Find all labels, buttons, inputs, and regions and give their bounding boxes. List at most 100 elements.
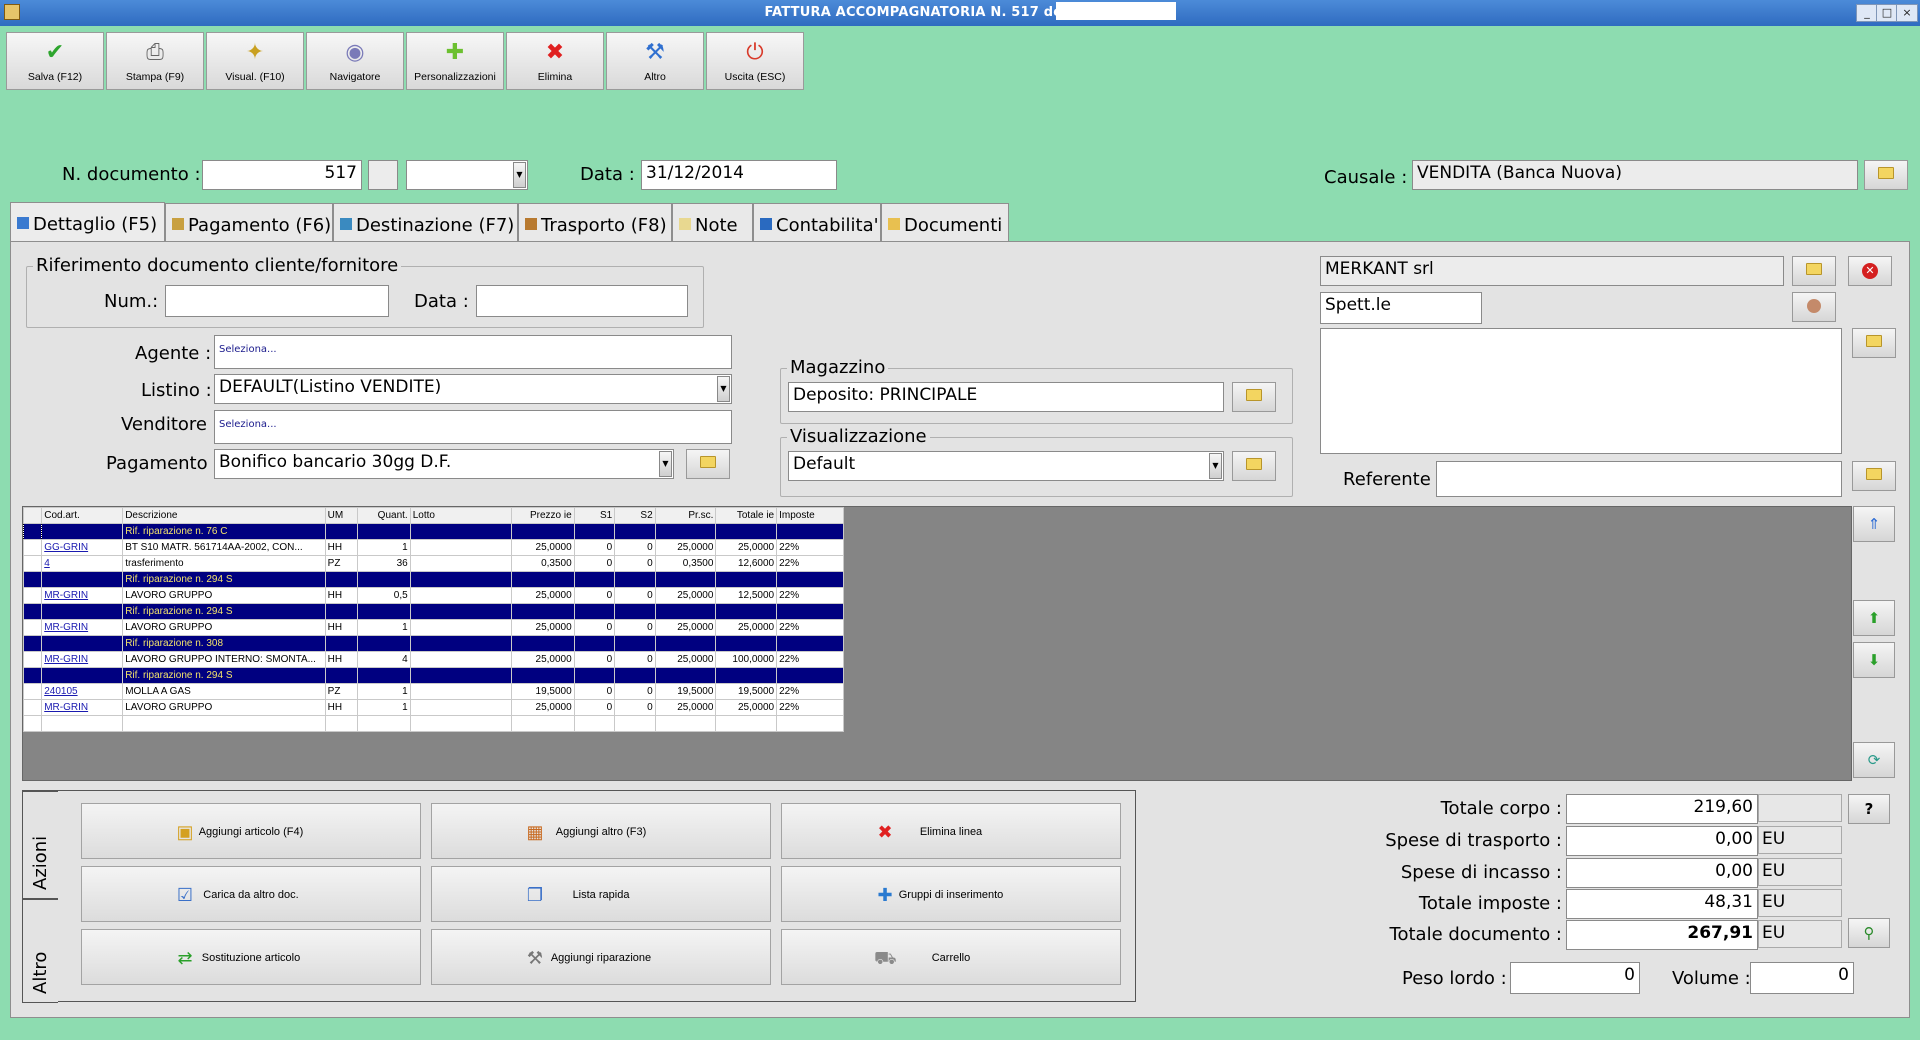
cliente-clear-button[interactable]: ✕ — [1848, 256, 1892, 286]
row-selector[interactable] — [22, 699, 43, 716]
totale-corpo-field[interactable]: 219,60 — [1566, 794, 1758, 824]
row-selector[interactable] — [22, 635, 43, 652]
listino-select[interactable]: DEFAULT(Listino VENDITE) ▼ — [214, 374, 732, 404]
column-header[interactable]: Pr.sc. — [654, 507, 717, 524]
cliente-salutation-field[interactable]: Spett.le — [1320, 292, 1482, 324]
column-header[interactable]: Quant. — [357, 507, 411, 524]
causale-field[interactable]: VENDITA (Banca Nuova) — [1412, 160, 1858, 190]
article-code-link[interactable]: 4 — [41, 555, 124, 572]
action-button-box-add[interactable]: ▣ Aggiungi articolo (F4) — [81, 803, 421, 859]
address-browse-button[interactable] — [1852, 328, 1896, 358]
agente-field[interactable]: Seleziona... — [214, 335, 732, 369]
tab-trasporto[interactable]: Trasporto (F8) — [518, 203, 672, 241]
table-row[interactable]: MR-GRIN LAVORO GRUPPO HH 1 25,0000 0 0 25,0000 2… — [22, 699, 844, 716]
table-row[interactable]: MR-GRIN LAVORO GRUPPO INTERNO: SMONTA... H… — [22, 651, 844, 668]
totale-imposte-field[interactable]: 48,31 — [1566, 889, 1758, 919]
cliente-contact-button[interactable] — [1792, 292, 1836, 322]
close-window-button[interactable]: × — [1896, 4, 1918, 22]
column-header[interactable]: Totale ie — [715, 507, 778, 524]
column-header[interactable]: Descrizione — [122, 507, 326, 524]
table-row[interactable]: MR-GRIN LAVORO GRUPPO HH 0,5 25,0000 0 0 25,000… — [22, 587, 844, 604]
cliente-browse-button[interactable] — [1792, 256, 1836, 286]
action-button-grid-add[interactable]: ▦ Aggiungi altro (F3) — [431, 803, 771, 859]
tab-documenti[interactable]: Documenti — [881, 203, 1009, 241]
toolbar-button-red-x[interactable]: ✖ Elimina — [506, 32, 604, 90]
toolbar-button-puzzle[interactable]: ✚ Personalizzazioni — [406, 32, 504, 90]
peso-lordo-field[interactable]: 0 — [1510, 962, 1640, 994]
refresh-button[interactable]: ⟳ — [1853, 742, 1895, 778]
row-selector[interactable] — [22, 587, 43, 604]
cliente-name-field[interactable]: MERKANT srl — [1320, 256, 1784, 286]
article-code-link[interactable]: GG-GRIN — [41, 539, 124, 556]
chevron-down-icon[interactable]: ▼ — [1209, 453, 1222, 479]
referente-field[interactable] — [1436, 461, 1842, 497]
table-row[interactable] — [22, 715, 844, 732]
chevron-down-icon[interactable]: ▼ — [659, 451, 672, 477]
article-code-link[interactable]: MR-GRIN — [41, 651, 124, 668]
row-selector[interactable] — [22, 683, 43, 700]
chevron-down-icon[interactable]: ▼ — [513, 162, 526, 188]
row-selector[interactable] — [22, 523, 43, 540]
volume-field[interactable]: 0 — [1750, 962, 1854, 994]
pagamento-select[interactable]: Bonifico bancario 30gg D.F. ▼ — [214, 449, 674, 479]
ndoc-field[interactable]: 517 — [202, 160, 362, 190]
minimize-button[interactable]: _ — [1856, 4, 1878, 22]
article-code-link[interactable]: 240105 — [41, 683, 124, 700]
column-header[interactable]: UM — [324, 507, 359, 524]
article-code-link[interactable]: MR-GRIN — [41, 699, 124, 716]
toolbar-button-power[interactable]: ⏻ Uscita (ESC) — [706, 32, 804, 90]
row-selector[interactable] — [22, 715, 43, 732]
tab-destinazione[interactable]: Destinazione (F7) — [333, 203, 518, 241]
table-row[interactable]: Rif. riparazione n. 294 S — [22, 667, 844, 684]
magazzino-browse-button[interactable] — [1232, 382, 1276, 412]
magazzino-field[interactable]: Deposito: PRINCIPALE — [788, 382, 1224, 412]
action-button-red-x[interactable]: ✖ Elimina linea — [781, 803, 1121, 859]
causale-browse-button[interactable] — [1864, 160, 1908, 190]
action-button-wrench[interactable]: ⚒ Aggiungi riparazione — [431, 929, 771, 985]
maximize-button[interactable]: □ — [1876, 4, 1898, 22]
toolbar-button-navigator[interactable]: ◉ Navigatore — [306, 32, 404, 90]
tab-dettaglio[interactable]: Dettaglio (F5) — [10, 202, 165, 242]
row-selector[interactable] — [22, 619, 43, 636]
article-code-link[interactable] — [41, 715, 124, 732]
zoom-button[interactable]: ⚲ — [1848, 918, 1890, 948]
tab-altro[interactable]: Altro — [22, 899, 58, 1003]
article-code-link[interactable]: MR-GRIN — [41, 619, 124, 636]
riferimento-num-field[interactable] — [165, 285, 389, 317]
table-row[interactable]: Rif. riparazione n. 308 — [22, 635, 844, 652]
tab-contabilita[interactable]: Contabilita' — [753, 203, 881, 241]
action-button-checklist[interactable]: ☑ Carica da altro doc. — [81, 866, 421, 922]
table-row[interactable]: 4 trasferimento PZ 36 0,3500 0 0 0,3500 12,6000 2… — [22, 555, 844, 572]
action-button-cart[interactable]: ⛟ Carrello — [781, 929, 1121, 985]
referente-browse-button[interactable] — [1852, 461, 1896, 491]
action-button-replace[interactable]: ⇄ Sostituzione articolo — [81, 929, 421, 985]
table-row[interactable]: MR-GRIN LAVORO GRUPPO HH 1 25,0000 0 0 25,0000 2… — [22, 619, 844, 636]
row-selector[interactable] — [22, 667, 43, 684]
table-row[interactable]: Rif. riparazione n. 294 S — [22, 603, 844, 620]
table-row[interactable]: GG-GRIN BT S10 MATR. 561714AA-2002, CON..… — [22, 539, 844, 556]
ndoc-series-select[interactable]: ▼ — [406, 160, 528, 190]
table-row[interactable]: Rif. riparazione n. 294 S — [22, 571, 844, 588]
venditore-field[interactable]: Seleziona... — [214, 410, 732, 444]
toolbar-button-magic-wand[interactable]: ✦ Visual. (F10) — [206, 32, 304, 90]
move-down-button[interactable]: ⬇ — [1853, 642, 1895, 678]
tab-pagamento[interactable]: Pagamento (F6) — [165, 203, 333, 241]
cliente-address-field[interactable] — [1320, 328, 1842, 454]
action-button-document-add[interactable]: ❐ Lista rapida — [431, 866, 771, 922]
visualizzazione-select[interactable]: Default ▼ — [788, 451, 1224, 481]
table-row[interactable]: 240105 MOLLA A GAS PZ 1 19,5000 0 0 19,5000 19,5… — [22, 683, 844, 700]
riferimento-data-field[interactable] — [476, 285, 688, 317]
column-header[interactable]: S2 — [614, 507, 656, 524]
move-up-button[interactable]: ⬆ — [1853, 600, 1895, 636]
toolbar-button-tools[interactable]: ⚒ Altro — [606, 32, 704, 90]
row-selector[interactable] — [22, 651, 43, 668]
visualizzazione-browse-button[interactable] — [1232, 451, 1276, 481]
row-selector[interactable] — [22, 603, 43, 620]
column-header[interactable]: S1 — [573, 507, 616, 524]
chevron-down-icon[interactable]: ▼ — [717, 376, 730, 402]
help-button[interactable]: ? — [1848, 794, 1890, 824]
spese-incasso-field[interactable]: 0,00 — [1566, 858, 1758, 888]
spese-trasporto-field[interactable]: 0,00 — [1566, 826, 1758, 856]
table-row[interactable]: Rif. riparazione n. 76 C — [22, 523, 844, 540]
column-header[interactable]: Imposte — [776, 507, 844, 524]
